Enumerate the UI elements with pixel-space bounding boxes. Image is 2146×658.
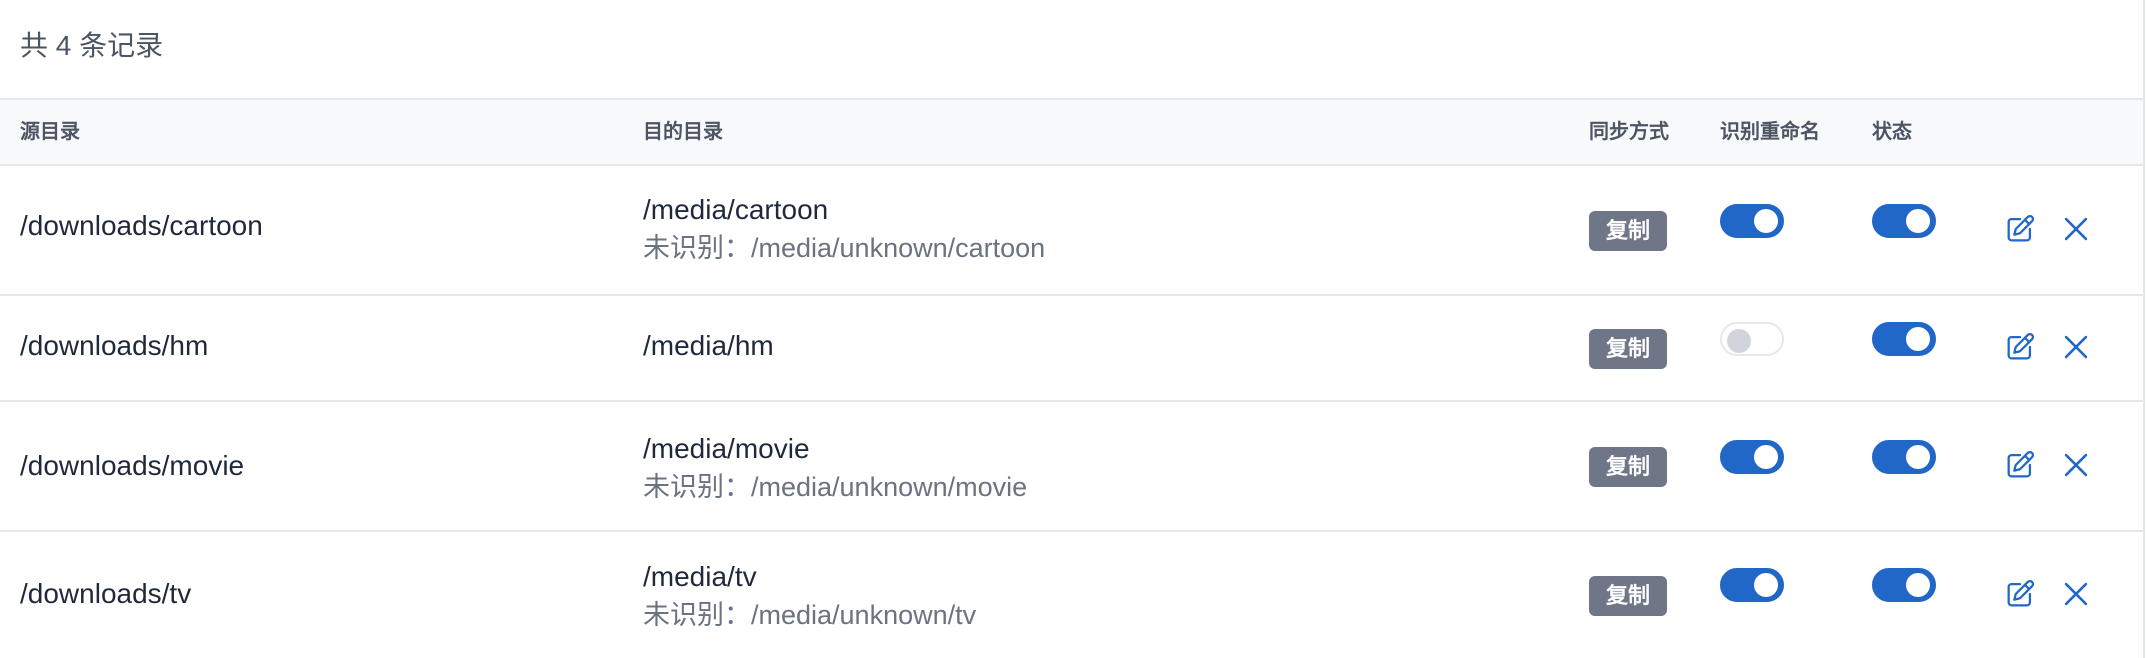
toggle-knob [1906, 573, 1930, 597]
sync-mode-badge: 复制 [1589, 447, 1667, 487]
unknown-dir: 未识别：/media/unknown/tv [643, 600, 977, 630]
source-dir: /downloads/movie [20, 450, 245, 481]
edit-icon [2007, 450, 2035, 478]
rename-toggle[interactable] [1720, 568, 1784, 602]
toggle-knob [1754, 209, 1778, 233]
target-dir-cell: /media/movie 未识别：/media/unknown/movie [643, 430, 1027, 506]
toggle-knob [1906, 445, 1930, 469]
status-toggle[interactable] [1872, 568, 1936, 602]
table-header: 源目录 目的目录 同步方式 识别重命名 状态 [0, 98, 2143, 166]
table-row: /downloads/cartoon /media/cartoon 未识别：/m… [0, 166, 2143, 296]
record-count: 共 4 条记录 [20, 30, 164, 61]
edit-icon [2007, 332, 2035, 360]
toggle-knob [1906, 327, 1930, 351]
edit-button[interactable] [2000, 209, 2040, 249]
toggle-knob [1906, 209, 1930, 233]
source-dir: /downloads/tv [20, 578, 192, 609]
header-target: 目的目录 [643, 121, 723, 143]
sync-mode-badge: 复制 [1589, 211, 1667, 251]
sync-mode-badge: 复制 [1589, 329, 1667, 369]
source-dir: /downloads/hm [20, 330, 209, 361]
edit-button[interactable] [2000, 445, 2040, 485]
header-status: 状态 [1872, 121, 1912, 143]
target-dir: /media/hm [643, 330, 774, 361]
table-row: /downloads/movie /media/movie 未识别：/media… [0, 402, 2143, 532]
rename-toggle[interactable] [1720, 322, 1784, 356]
toggle-knob [1727, 329, 1751, 353]
unknown-dir: 未识别：/media/unknown/cartoon [643, 233, 1046, 263]
close-icon [2064, 217, 2088, 241]
unknown-dir: 未识别：/media/unknown/movie [643, 472, 1028, 502]
delete-button[interactable] [2056, 574, 2096, 614]
header-sync-mode: 同步方式 [1589, 121, 1669, 143]
toggle-knob [1754, 573, 1778, 597]
table-row: /downloads/hm /media/hm 复制 [0, 296, 2143, 402]
table-row: /downloads/tv /media/tv 未识别：/media/unkno… [0, 532, 2143, 658]
target-dir: /media/cartoon [643, 194, 829, 225]
rename-toggle[interactable] [1720, 204, 1784, 238]
target-dir-cell: /media/tv 未识别：/media/unknown/tv [643, 558, 976, 634]
target-dir-cell: /media/cartoon 未识别：/media/unknown/cartoo… [643, 191, 1045, 267]
edit-button[interactable] [2000, 327, 2040, 367]
status-toggle[interactable] [1872, 440, 1936, 474]
sync-directory-panel: 共 4 条记录 源目录 目的目录 同步方式 识别重命名 状态 /download… [0, 0, 2146, 658]
delete-button[interactable] [2056, 327, 2096, 367]
close-icon [2064, 453, 2088, 477]
delete-button[interactable] [2056, 445, 2096, 485]
sync-mode-badge: 复制 [1589, 576, 1667, 616]
close-icon [2064, 335, 2088, 359]
toggle-knob [1754, 445, 1778, 469]
target-dir: /media/tv [643, 561, 757, 592]
rename-toggle[interactable] [1720, 440, 1784, 474]
status-toggle[interactable] [1872, 322, 1936, 356]
edit-icon [2007, 579, 2035, 607]
delete-button[interactable] [2056, 209, 2096, 249]
header-rename: 识别重命名 [1720, 121, 1820, 143]
panel-border [2143, 0, 2145, 658]
target-dir: /media/movie [643, 433, 810, 464]
target-dir-cell: /media/hm [643, 330, 774, 362]
close-icon [2064, 582, 2088, 606]
status-toggle[interactable] [1872, 204, 1936, 238]
edit-icon [2007, 214, 2035, 242]
source-dir: /downloads/cartoon [20, 210, 263, 241]
header-source: 源目录 [20, 121, 80, 143]
edit-button[interactable] [2000, 574, 2040, 614]
